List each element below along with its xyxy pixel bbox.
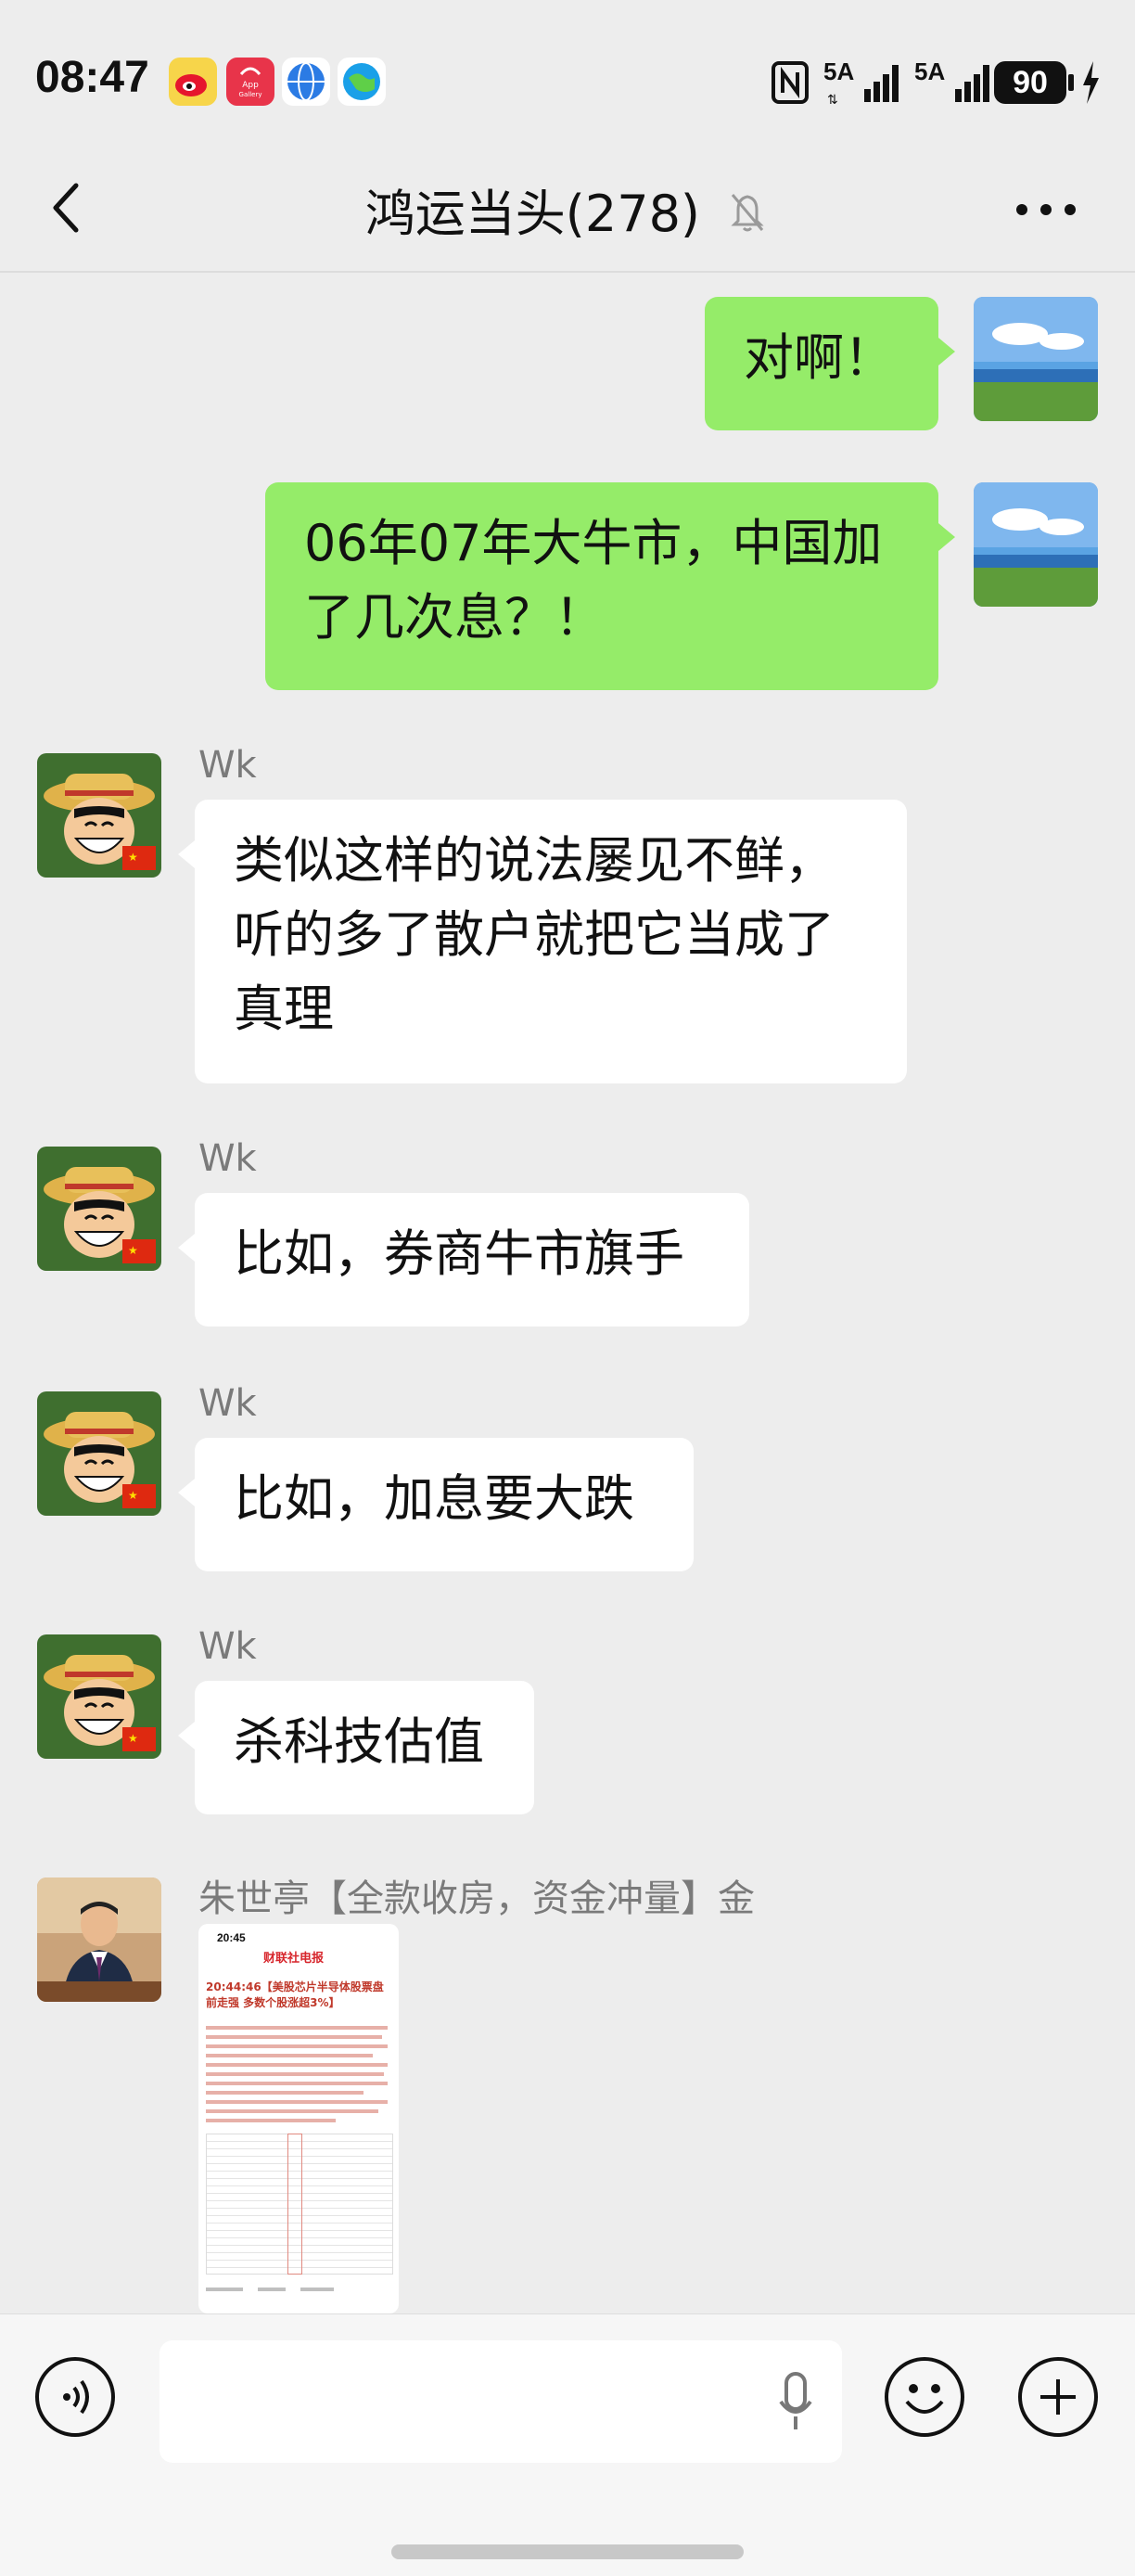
microphone-icon [779,2372,812,2429]
chat-title: 鸿运当头(278) [0,173,1135,248]
my-avatar[interactable] [974,482,1098,607]
wk-avatar[interactable]: ★ [37,1391,161,1516]
nfc-icon [772,61,809,104]
svg-text:★: ★ [128,1244,138,1257]
image-text-line [206,2109,378,2113]
image-text-line [206,2119,336,2122]
wk-avatar[interactable]: ★ [37,1634,161,1759]
battery-tip [1068,74,1074,91]
message-text-line: 类似这样的说法屡见不鲜， [234,831,835,890]
message-text-line: 真理 [234,980,334,1038]
battery-indicator: 90 [994,61,1066,104]
image-headline: 20:44:46【美股芯片半导体股票盘前走强 多数个股涨超3%】 [206,1980,384,2009]
image-text-line [206,2026,388,2030]
svg-text:Gallery: Gallery [239,91,262,98]
svg-text:★: ★ [128,1732,138,1745]
message-bubble-other[interactable]: 杀科技估值 [195,1681,534,1814]
sender-name: 朱世亭【全款收房，资金冲量】金 [198,1878,755,1920]
emoji-icon [905,2384,944,2414]
voice-icon [63,2379,89,2415]
signal-icon-2: 5A [914,58,998,108]
message-bubble-mine[interactable]: 06年07年大牛市，中国加 了几次息？！ [265,482,938,690]
emoji-button[interactable] [885,2357,964,2437]
more-dots-icon [1016,204,1076,215]
bubble-tail [178,840,195,868]
weibo-icon [169,58,217,106]
chat-header: 鸿运当头(278) [0,148,1135,269]
earth-icon [338,58,386,106]
message-text: 比如，券商牛市旗手 [234,1224,684,1283]
image-text-line [206,2082,388,2085]
message-text: 对啊！ [744,328,894,387]
plus-icon [1040,2379,1076,2415]
image-text-line [206,2100,388,2104]
image-text-line [206,2072,384,2076]
status-time: 08:47 [35,53,149,102]
image-footer-link [300,2288,334,2291]
image-highlight [287,2134,302,2275]
sender-name: Wk [198,744,257,787]
bubble-tail [178,1479,195,1506]
bubble-tail [938,338,955,365]
zhu-avatar[interactable] [37,1878,161,2002]
header-divider [0,271,1135,273]
signal-icon-1: 5A ⇅ [823,58,907,108]
browser-icon [282,58,330,106]
image-text-line [206,2054,373,2057]
image-text-line [206,2091,363,2095]
message-bubble-other[interactable]: 比如，券商牛市旗手 [195,1193,749,1326]
sender-name: Wk [198,1137,257,1180]
message-input[interactable] [159,2340,842,2463]
svg-text:★: ★ [128,1489,138,1502]
sender-name: Wk [198,1382,257,1425]
bubble-tail [178,1234,195,1262]
svg-text:App: App [242,81,259,90]
image-message[interactable]: 20:45 财联社电报 20:44:46【美股芯片半导体股票盘前走强 多数个股涨… [198,1924,399,2313]
bubble-tail [938,523,955,551]
more-button[interactable] [1011,186,1085,232]
message-text-line: 了几次息？！ [304,588,605,647]
svg-text:★: ★ [128,851,138,864]
image-logo: 财联社电报 [263,1952,325,1966]
my-avatar[interactable] [974,297,1098,421]
message-bubble-other[interactable]: 类似这样的说法屡见不鲜， 听的多了散户就把它当成了 真理 [195,800,907,1083]
plus-button[interactable] [1018,2357,1098,2437]
image-footer-link [258,2288,286,2291]
input-bar [0,2313,1135,2576]
image-footer-link [206,2288,243,2291]
message-text: 杀科技估值 [234,1712,484,1771]
sender-name: Wk [198,1625,257,1668]
home-indicator[interactable] [391,2544,744,2559]
mic-button[interactable] [777,2370,814,2435]
group-name: 鸿运当头(278) [364,185,701,243]
bell-off-icon [725,187,770,248]
charging-icon [1079,59,1102,106]
voice-button[interactable] [35,2357,115,2437]
image-text-line [206,2044,388,2048]
status-bar: 08:47 App Gallery 5A ⇅ 5A 90 [0,0,1135,139]
bubble-tail [178,1722,195,1749]
message-text-line: 06年07年大牛市，中国加 [304,514,883,572]
message-bubble-other[interactable]: 比如，加息要大跌 [195,1438,694,1571]
message-text: 比如，加息要大跌 [234,1469,634,1528]
image-status-time: 20:45 [217,1931,246,1944]
message-text-line: 听的多了散户就把它当成了 [234,905,835,964]
svg-text:⇅: ⇅ [827,93,838,108]
image-text-line [206,2063,388,2067]
message-bubble-mine[interactable]: 对啊！ [705,297,938,430]
image-text-line [206,2035,382,2039]
wk-avatar[interactable]: ★ [37,1147,161,1271]
app-gallery-icon: App Gallery [226,58,274,106]
wk-avatar[interactable]: ★ [37,753,161,878]
